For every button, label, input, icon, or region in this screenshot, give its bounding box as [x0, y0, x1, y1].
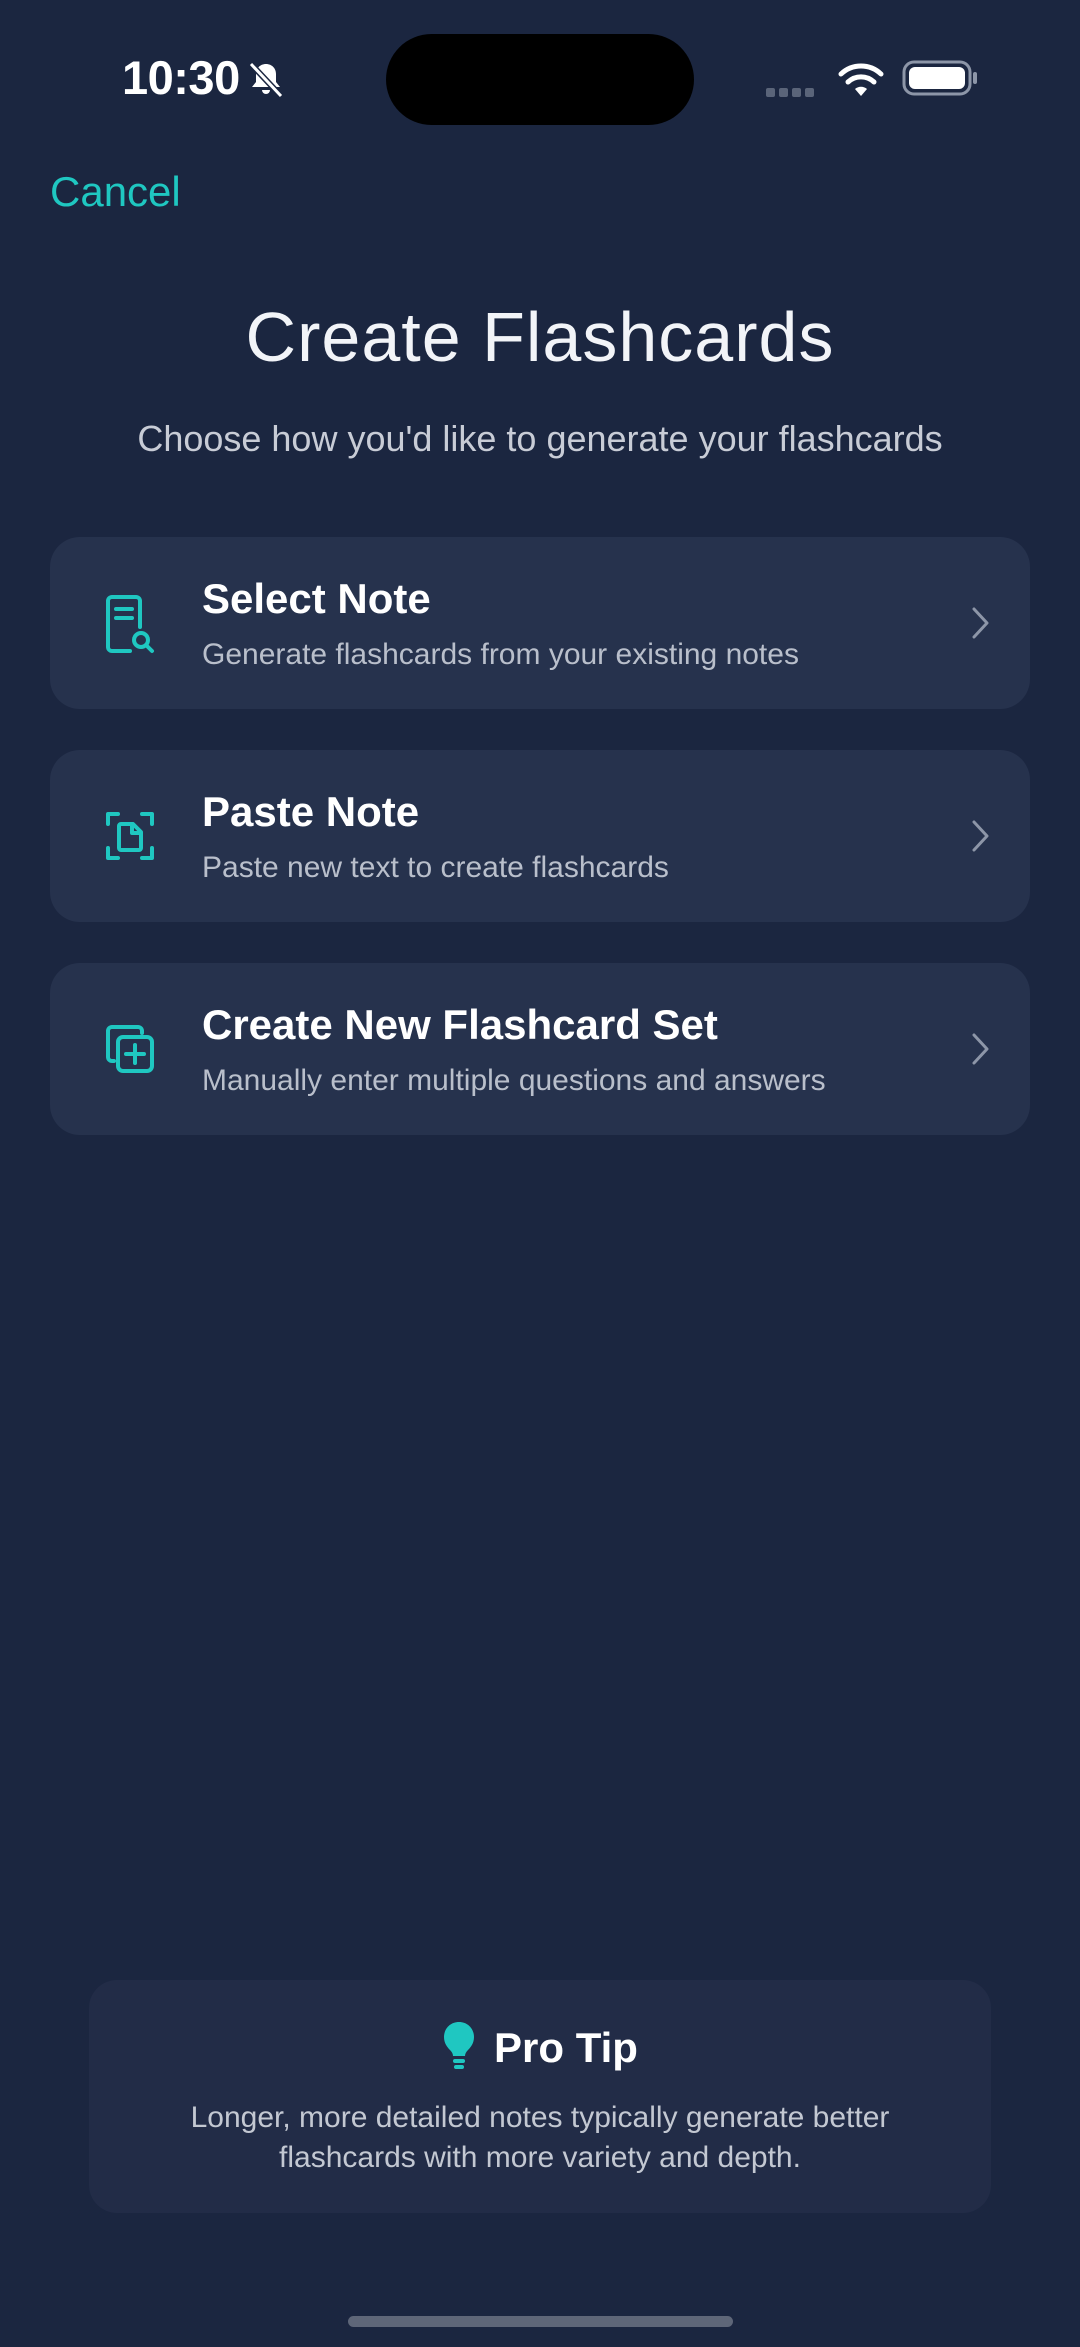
chevron-right-icon [972, 607, 989, 639]
page-title: Create Flashcards [245, 298, 835, 376]
pro-tip-text: Longer, more detailed notes typically ge… [190, 2101, 890, 2174]
home-indicator[interactable] [348, 2316, 733, 2327]
document-scan-icon [106, 812, 154, 860]
pro-tip-header: Pro Tip [89, 2020, 991, 2072]
option-title: Paste Note [202, 788, 420, 835]
option-description: Manually enter multiple questions and an… [202, 1064, 826, 1097]
pro-tip-title: Pro Tip [494, 2024, 638, 2071]
option-description: Paste new text to create flashcards [202, 851, 669, 884]
paste-note-option[interactable]: Paste Note Paste new text to create flas… [50, 750, 1030, 922]
option-title: Select Note [202, 575, 431, 622]
status-time: 10:30 [122, 51, 240, 104]
add-copy-icon [106, 1025, 154, 1073]
pro-tip-card: Pro Tip Longer, more detailed notes typi… [89, 1980, 991, 2213]
chevron-right-icon [972, 1033, 989, 1065]
option-title: Create New Flashcard Set [202, 1001, 718, 1048]
select-note-option[interactable]: Select Note Generate flashcards from you… [50, 537, 1030, 709]
create-new-set-option[interactable]: Create New Flashcard Set Manually enter … [50, 963, 1030, 1135]
dynamic-island [386, 34, 694, 125]
cancel-button[interactable]: Cancel [50, 168, 181, 216]
chevron-right-icon [972, 820, 989, 852]
cellular-signal-icon [766, 84, 822, 97]
document-search-icon [106, 595, 154, 653]
bell-muted-icon [248, 61, 284, 99]
option-description: Generate flashcards from your existing n… [202, 638, 799, 671]
wifi-icon [838, 63, 884, 96]
lightbulb-icon [444, 2022, 475, 2069]
battery-icon [902, 60, 977, 96]
page-subtitle: Choose how you'd like to generate your f… [137, 418, 943, 459]
